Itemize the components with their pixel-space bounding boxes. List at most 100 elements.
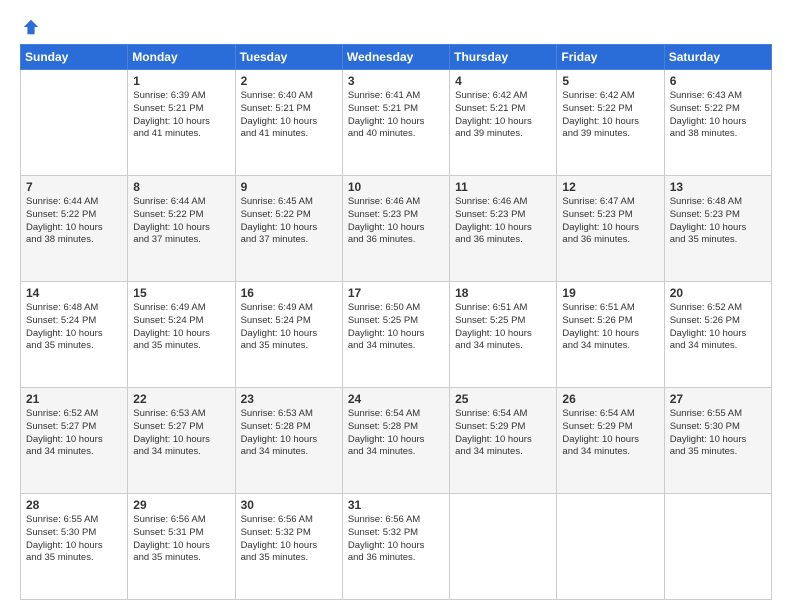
day-number: 18 [455, 286, 551, 300]
day-info: Sunrise: 6:49 AM Sunset: 5:24 PM Dayligh… [133, 302, 229, 353]
day-number: 6 [670, 74, 766, 88]
calendar-cell: 23 Sunrise: 6:53 AM Sunset: 5:28 PM Dayli… [235, 388, 342, 494]
day-info: Sunrise: 6:56 AM Sunset: 5:32 PM Dayligh… [348, 514, 444, 565]
day-number: 2 [241, 74, 337, 88]
day-info: Sunrise: 6:50 AM Sunset: 5:25 PM Dayligh… [348, 302, 444, 353]
day-info: Sunrise: 6:40 AM Sunset: 5:21 PM Dayligh… [241, 90, 337, 141]
calendar-cell: 31 Sunrise: 6:56 AM Sunset: 5:32 PM Dayli… [342, 494, 449, 600]
calendar-week-row: 21 Sunrise: 6:52 AM Sunset: 5:27 PM Dayli… [21, 388, 772, 494]
day-number: 30 [241, 498, 337, 512]
calendar-cell: 18 Sunrise: 6:51 AM Sunset: 5:25 PM Dayli… [450, 282, 557, 388]
day-info: Sunrise: 6:44 AM Sunset: 5:22 PM Dayligh… [26, 196, 122, 247]
calendar-table: SundayMondayTuesdayWednesdayThursdayFrid… [20, 44, 772, 600]
calendar-cell [21, 70, 128, 176]
weekday-header: Thursday [450, 45, 557, 70]
calendar-cell: 21 Sunrise: 6:52 AM Sunset: 5:27 PM Dayli… [21, 388, 128, 494]
calendar-cell: 17 Sunrise: 6:50 AM Sunset: 5:25 PM Dayli… [342, 282, 449, 388]
calendar-week-row: 1 Sunrise: 6:39 AM Sunset: 5:21 PM Daylig… [21, 70, 772, 176]
day-number: 31 [348, 498, 444, 512]
day-info: Sunrise: 6:42 AM Sunset: 5:21 PM Dayligh… [455, 90, 551, 141]
day-info: Sunrise: 6:56 AM Sunset: 5:31 PM Dayligh… [133, 514, 229, 565]
day-number: 17 [348, 286, 444, 300]
day-info: Sunrise: 6:44 AM Sunset: 5:22 PM Dayligh… [133, 196, 229, 247]
page: SundayMondayTuesdayWednesdayThursdayFrid… [0, 0, 792, 612]
calendar-cell: 24Sunrise: 6:54 AM Sunset: 5:28 PM Dayli… [342, 388, 449, 494]
day-number: 19 [562, 286, 658, 300]
day-number: 23 [241, 392, 337, 406]
day-number: 27 [670, 392, 766, 406]
calendar-cell: 30Sunrise: 6:56 AM Sunset: 5:32 PM Dayli… [235, 494, 342, 600]
calendar-cell: 25Sunrise: 6:54 AM Sunset: 5:29 PM Dayli… [450, 388, 557, 494]
calendar-cell [450, 494, 557, 600]
day-info: Sunrise: 6:48 AM Sunset: 5:24 PM Dayligh… [26, 302, 122, 353]
logo-icon [22, 18, 40, 36]
day-info: Sunrise: 6:46 AM Sunset: 5:23 PM Dayligh… [348, 196, 444, 247]
calendar-cell: 13 Sunrise: 6:48 AM Sunset: 5:23 PM Dayli… [664, 176, 771, 282]
calendar-cell: 3 Sunrise: 6:41 AM Sunset: 5:21 PM Daylig… [342, 70, 449, 176]
day-number: 13 [670, 180, 766, 194]
day-number: 1 [133, 74, 229, 88]
day-info: Sunrise: 6:45 AM Sunset: 5:22 PM Dayligh… [241, 196, 337, 247]
day-info: Sunrise: 6:52 AM Sunset: 5:27 PM Dayligh… [26, 408, 122, 459]
day-info: Sunrise: 6:42 AM Sunset: 5:22 PM Dayligh… [562, 90, 658, 141]
calendar-cell: 15 Sunrise: 6:49 AM Sunset: 5:24 PM Dayli… [128, 282, 235, 388]
calendar-cell: 19 Sunrise: 6:51 AM Sunset: 5:26 PM Dayli… [557, 282, 664, 388]
day-info: Sunrise: 6:47 AM Sunset: 5:23 PM Dayligh… [562, 196, 658, 247]
day-number: 8 [133, 180, 229, 194]
day-info: Sunrise: 6:46 AM Sunset: 5:23 PM Dayligh… [455, 196, 551, 247]
day-info: Sunrise: 6:55 AM Sunset: 5:30 PM Dayligh… [670, 408, 766, 459]
day-number: 26 [562, 392, 658, 406]
day-number: 5 [562, 74, 658, 88]
calendar-cell: 29 Sunrise: 6:56 AM Sunset: 5:31 PM Dayli… [128, 494, 235, 600]
calendar-cell: 22 Sunrise: 6:53 AM Sunset: 5:27 PM Dayli… [128, 388, 235, 494]
weekday-header: Sunday [21, 45, 128, 70]
day-number: 4 [455, 74, 551, 88]
day-number: 9 [241, 180, 337, 194]
calendar-cell: 4 Sunrise: 6:42 AM Sunset: 5:21 PM Daylig… [450, 70, 557, 176]
calendar-cell: 1 Sunrise: 6:39 AM Sunset: 5:21 PM Daylig… [128, 70, 235, 176]
weekday-header: Friday [557, 45, 664, 70]
logo [20, 18, 40, 36]
day-number: 10 [348, 180, 444, 194]
day-info: Sunrise: 6:49 AM Sunset: 5:24 PM Dayligh… [241, 302, 337, 353]
day-info: Sunrise: 6:53 AM Sunset: 5:28 PM Dayligh… [241, 408, 337, 459]
day-number: 22 [133, 392, 229, 406]
calendar-cell [557, 494, 664, 600]
header [20, 18, 772, 36]
weekday-header: Saturday [664, 45, 771, 70]
day-number: 29 [133, 498, 229, 512]
day-info: Sunrise: 6:41 AM Sunset: 5:21 PM Dayligh… [348, 90, 444, 141]
day-number: 20 [670, 286, 766, 300]
calendar-cell: 10 Sunrise: 6:46 AM Sunset: 5:23 PM Dayli… [342, 176, 449, 282]
weekday-header: Wednesday [342, 45, 449, 70]
day-info: Sunrise: 6:53 AM Sunset: 5:27 PM Dayligh… [133, 408, 229, 459]
calendar-cell: 28Sunrise: 6:55 AM Sunset: 5:30 PM Dayli… [21, 494, 128, 600]
calendar-cell: 6Sunrise: 6:43 AM Sunset: 5:22 PM Daylig… [664, 70, 771, 176]
day-number: 3 [348, 74, 444, 88]
calendar-cell: 8 Sunrise: 6:44 AM Sunset: 5:22 PM Daylig… [128, 176, 235, 282]
calendar-cell: 11 Sunrise: 6:46 AM Sunset: 5:23 PM Dayli… [450, 176, 557, 282]
day-info: Sunrise: 6:54 AM Sunset: 5:29 PM Dayligh… [455, 408, 551, 459]
calendar-cell: 2 Sunrise: 6:40 AM Sunset: 5:21 PM Daylig… [235, 70, 342, 176]
day-number: 28 [26, 498, 122, 512]
day-number: 15 [133, 286, 229, 300]
day-info: Sunrise: 6:54 AM Sunset: 5:28 PM Dayligh… [348, 408, 444, 459]
day-info: Sunrise: 6:52 AM Sunset: 5:26 PM Dayligh… [670, 302, 766, 353]
calendar-cell [664, 494, 771, 600]
day-info: Sunrise: 6:48 AM Sunset: 5:23 PM Dayligh… [670, 196, 766, 247]
calendar-cell: 12Sunrise: 6:47 AM Sunset: 5:23 PM Dayli… [557, 176, 664, 282]
day-info: Sunrise: 6:51 AM Sunset: 5:25 PM Dayligh… [455, 302, 551, 353]
weekday-header: Tuesday [235, 45, 342, 70]
calendar-cell: 7Sunrise: 6:44 AM Sunset: 5:22 PM Daylig… [21, 176, 128, 282]
weekday-header: Monday [128, 45, 235, 70]
calendar-body: 1 Sunrise: 6:39 AM Sunset: 5:21 PM Daylig… [21, 70, 772, 600]
day-number: 11 [455, 180, 551, 194]
calendar-week-row: 7Sunrise: 6:44 AM Sunset: 5:22 PM Daylig… [21, 176, 772, 282]
day-info: Sunrise: 6:39 AM Sunset: 5:21 PM Dayligh… [133, 90, 229, 141]
day-number: 14 [26, 286, 122, 300]
calendar-cell: 27 Sunrise: 6:55 AM Sunset: 5:30 PM Dayli… [664, 388, 771, 494]
day-number: 21 [26, 392, 122, 406]
day-info: Sunrise: 6:51 AM Sunset: 5:26 PM Dayligh… [562, 302, 658, 353]
calendar-cell: 9 Sunrise: 6:45 AM Sunset: 5:22 PM Daylig… [235, 176, 342, 282]
calendar-header-row: SundayMondayTuesdayWednesdayThursdayFrid… [21, 45, 772, 70]
